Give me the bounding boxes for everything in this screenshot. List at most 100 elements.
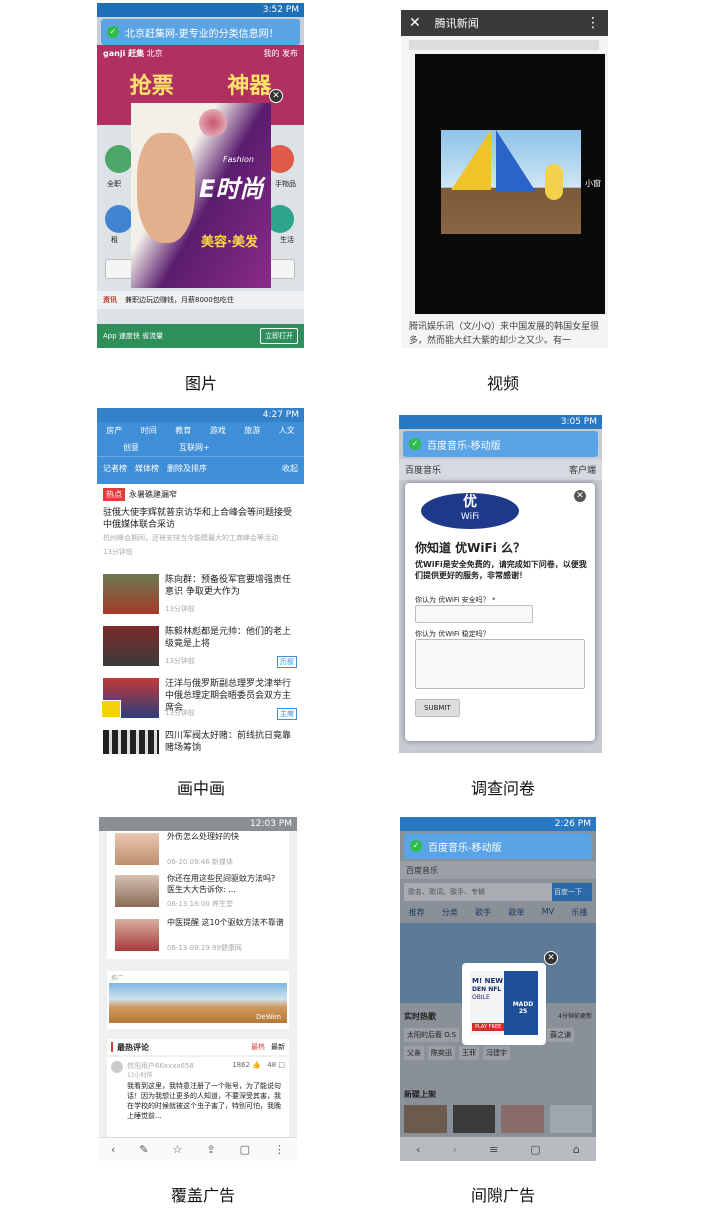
hot-song[interactable]: 薛之谦 [547,1028,575,1042]
status-time: 12:03 PM [250,819,292,829]
close-icon[interactable]: ✕ [409,15,421,31]
tab-playlist[interactable]: 歌单 [508,907,524,921]
search-input[interactable]: 歌名、歌词、歌手、专辑 [404,883,552,901]
edit-icon[interactable]: ✎ [139,1143,148,1156]
video-frame[interactable] [441,130,581,234]
nav-my[interactable]: 我的 [263,49,279,58]
tabs-icon[interactable]: ▢ [240,1143,250,1156]
tab-6[interactable]: 人文 [279,425,295,436]
article-item[interactable]: 中医提醒 这10个驱蚊方法不靠谱 06-13 09:19 99健康网 [115,917,285,955]
tab-radio[interactable]: 乐播 [571,907,587,921]
comment: 信阳用户66xxxx658 11小时前 1862 👍 48 □ 我看到这里，我特… [107,1057,289,1137]
side-item-left-1[interactable] [105,145,133,173]
tab-mv[interactable]: MV [542,907,554,921]
close-survey-icon[interactable]: ✕ [573,489,587,503]
album-cover[interactable] [452,1105,495,1133]
forward-icon[interactable]: › [453,1143,457,1156]
album-cover[interactable] [501,1105,544,1133]
menu-icon[interactable]: ≡ [489,1143,498,1156]
site-logo[interactable]: 百度音乐 [405,463,441,476]
caption-image: 图片 [184,374,217,393]
tab-5[interactable]: 旅游 [244,425,260,436]
open-app-button[interactable]: 立即打开 [260,328,298,344]
nav-publish[interactable]: 发布 [282,49,298,58]
info-row[interactable]: 资讯 兼职边玩边赚钱，月薪8000包吃住 [97,291,304,309]
tool-sort[interactable]: 删除及排序 [167,463,207,474]
news-item[interactable]: 陈向群：预备役军官要增强责任意识 争取更大作为 13分钟前 [103,572,299,620]
home-icon[interactable]: ⌂ [573,1143,580,1156]
ad-cta-button[interactable]: PLAY FREE [472,1023,505,1031]
hot-song[interactable]: 太阳的后裔 O.S [404,1028,460,1042]
hot-song[interactable]: 陈奕迅 [428,1046,455,1060]
hot-topic[interactable]: 热点 永暑礁建漏窄 [97,484,304,505]
news-thumb [103,730,159,754]
status-bar: 3:52 PM [97,3,304,17]
like-count[interactable]: 1862 [232,1061,250,1069]
article-item[interactable]: 外伤怎么处理好的快 06-20 09:46 新媒体 [115,831,285,869]
answer-2-textarea[interactable] [415,639,585,689]
site-notice[interactable]: ✓ 百度音乐-移动版 [404,833,592,859]
reply-count[interactable]: 48 [267,1061,276,1069]
tab-hot[interactable]: 最热 [251,1042,265,1052]
wifi-logo-cn: 优 [463,494,477,510]
more-icon[interactable]: ⋮ [274,1143,285,1156]
image-ad[interactable]: Fashion E时尚 美容·美发 [131,103,271,288]
article-source: 新媒体 [211,858,233,866]
tool-reporters[interactable]: 记者榜 [103,463,127,474]
interstitial-ad[interactable]: M! NEW DEN NFL OBILE MADD 25 PLAY FREE [462,963,546,1045]
tab-category[interactable]: 分类 [442,907,458,921]
tab-4[interactable]: 游戏 [210,425,226,436]
info-text: 兼职边玩边赚钱，月薪8000包吃住 [125,296,234,304]
ganji-logo[interactable]: ganji 赶集 [103,49,144,58]
video-overlay[interactable]: 小窗 [415,54,605,314]
thumbs-up-icon[interactable]: 👍 [252,1061,261,1069]
tab-8[interactable]: 互联网+ [179,442,210,453]
side-item-left-2[interactable] [105,205,133,233]
tab-2[interactable]: 时间 [141,425,157,436]
city-selector[interactable]: 北京 [147,49,163,58]
client-link[interactable]: 客户端 [569,463,596,476]
avatar[interactable] [111,1061,123,1073]
tab-singer[interactable]: 歌手 [475,907,491,921]
article-item[interactable]: 你还在用这些民间驱蚊方法吗? 医生大大告诉你: ... 06-13 18:00 … [115,873,285,911]
tab-7[interactable]: 创意 [123,442,139,453]
sail-yellow [451,130,491,190]
tab-recommend[interactable]: 推荐 [409,907,425,921]
close-ad-icon[interactable]: ✕ [269,89,283,103]
tabs-icon[interactable]: ▢ [530,1143,540,1156]
headline[interactable]: 驻俄大使李辉就普京访华和上合峰会等问题接受中俄媒体联合采访 杭州峰会期间，还将安… [97,505,304,559]
site-notice[interactable]: ✓ 百度音乐-移动版 [403,431,598,457]
hot-song[interactable]: 父亲 [404,1046,424,1060]
new-albums-title: 新碟上架 [404,1090,436,1099]
back-icon[interactable]: ‹ [416,1143,420,1156]
site-logo[interactable]: 百度音乐 [406,866,438,875]
close-ad-icon[interactable]: ✕ [544,951,558,965]
news-title: 四川军阀太好赌：前线抗日竟靠赌场筹饷 [165,731,292,753]
search-button[interactable]: 百度一下 [552,883,592,901]
star-icon[interactable]: ☆ [173,1143,183,1156]
tab-new[interactable]: 最新 [271,1042,285,1052]
collapse-button[interactable]: 收起 [282,463,298,474]
back-icon[interactable]: ‹ [111,1143,115,1156]
answer-1-input[interactable] [415,605,533,623]
album-cover[interactable] [404,1105,447,1133]
promo-card[interactable]: 推广 DeWen [107,971,289,1029]
album-cover[interactable] [549,1105,592,1133]
submit-button[interactable]: SUBMIT [415,699,460,717]
pip-mini-window[interactable] [101,700,121,718]
comment-icon[interactable]: □ [278,1061,285,1069]
hot-song[interactable]: 王菲 [459,1046,479,1060]
share-icon[interactable]: ⇪ [206,1143,215,1156]
headline-title: 驻俄大使李辉就普京访华和上合峰会等问题接受中俄媒体联合采访 [103,508,293,530]
hot-song[interactable]: 冯建宇 [483,1046,510,1060]
news-item[interactable]: 汪洋与俄罗斯副总理罗戈津举行中俄总理定期会晤委员会双方主席会 13分钟前 主席 [101,676,299,724]
news-item[interactable]: 四川军阀太好赌：前线抗日竟靠赌场筹饷 [103,728,299,754]
more-icon[interactable]: ⋮ [586,15,600,31]
tab-1[interactable]: 房产 [106,425,122,436]
tab-3[interactable]: 教育 [175,425,191,436]
news-item[interactable]: 陈毅林彪都是元帅：他们的老上级竟是上将 13分钟前 历叙 [103,624,299,672]
headline-summary: 杭州峰会期间，还将安排当今能模最大的工商峰会等活动 [103,534,278,542]
status-time: 2:26 PM [554,819,591,829]
site-notice[interactable]: ✓ 北京赶集网-更专业的分类信息网！ [101,19,300,45]
tool-media[interactable]: 媒体榜 [135,463,159,474]
